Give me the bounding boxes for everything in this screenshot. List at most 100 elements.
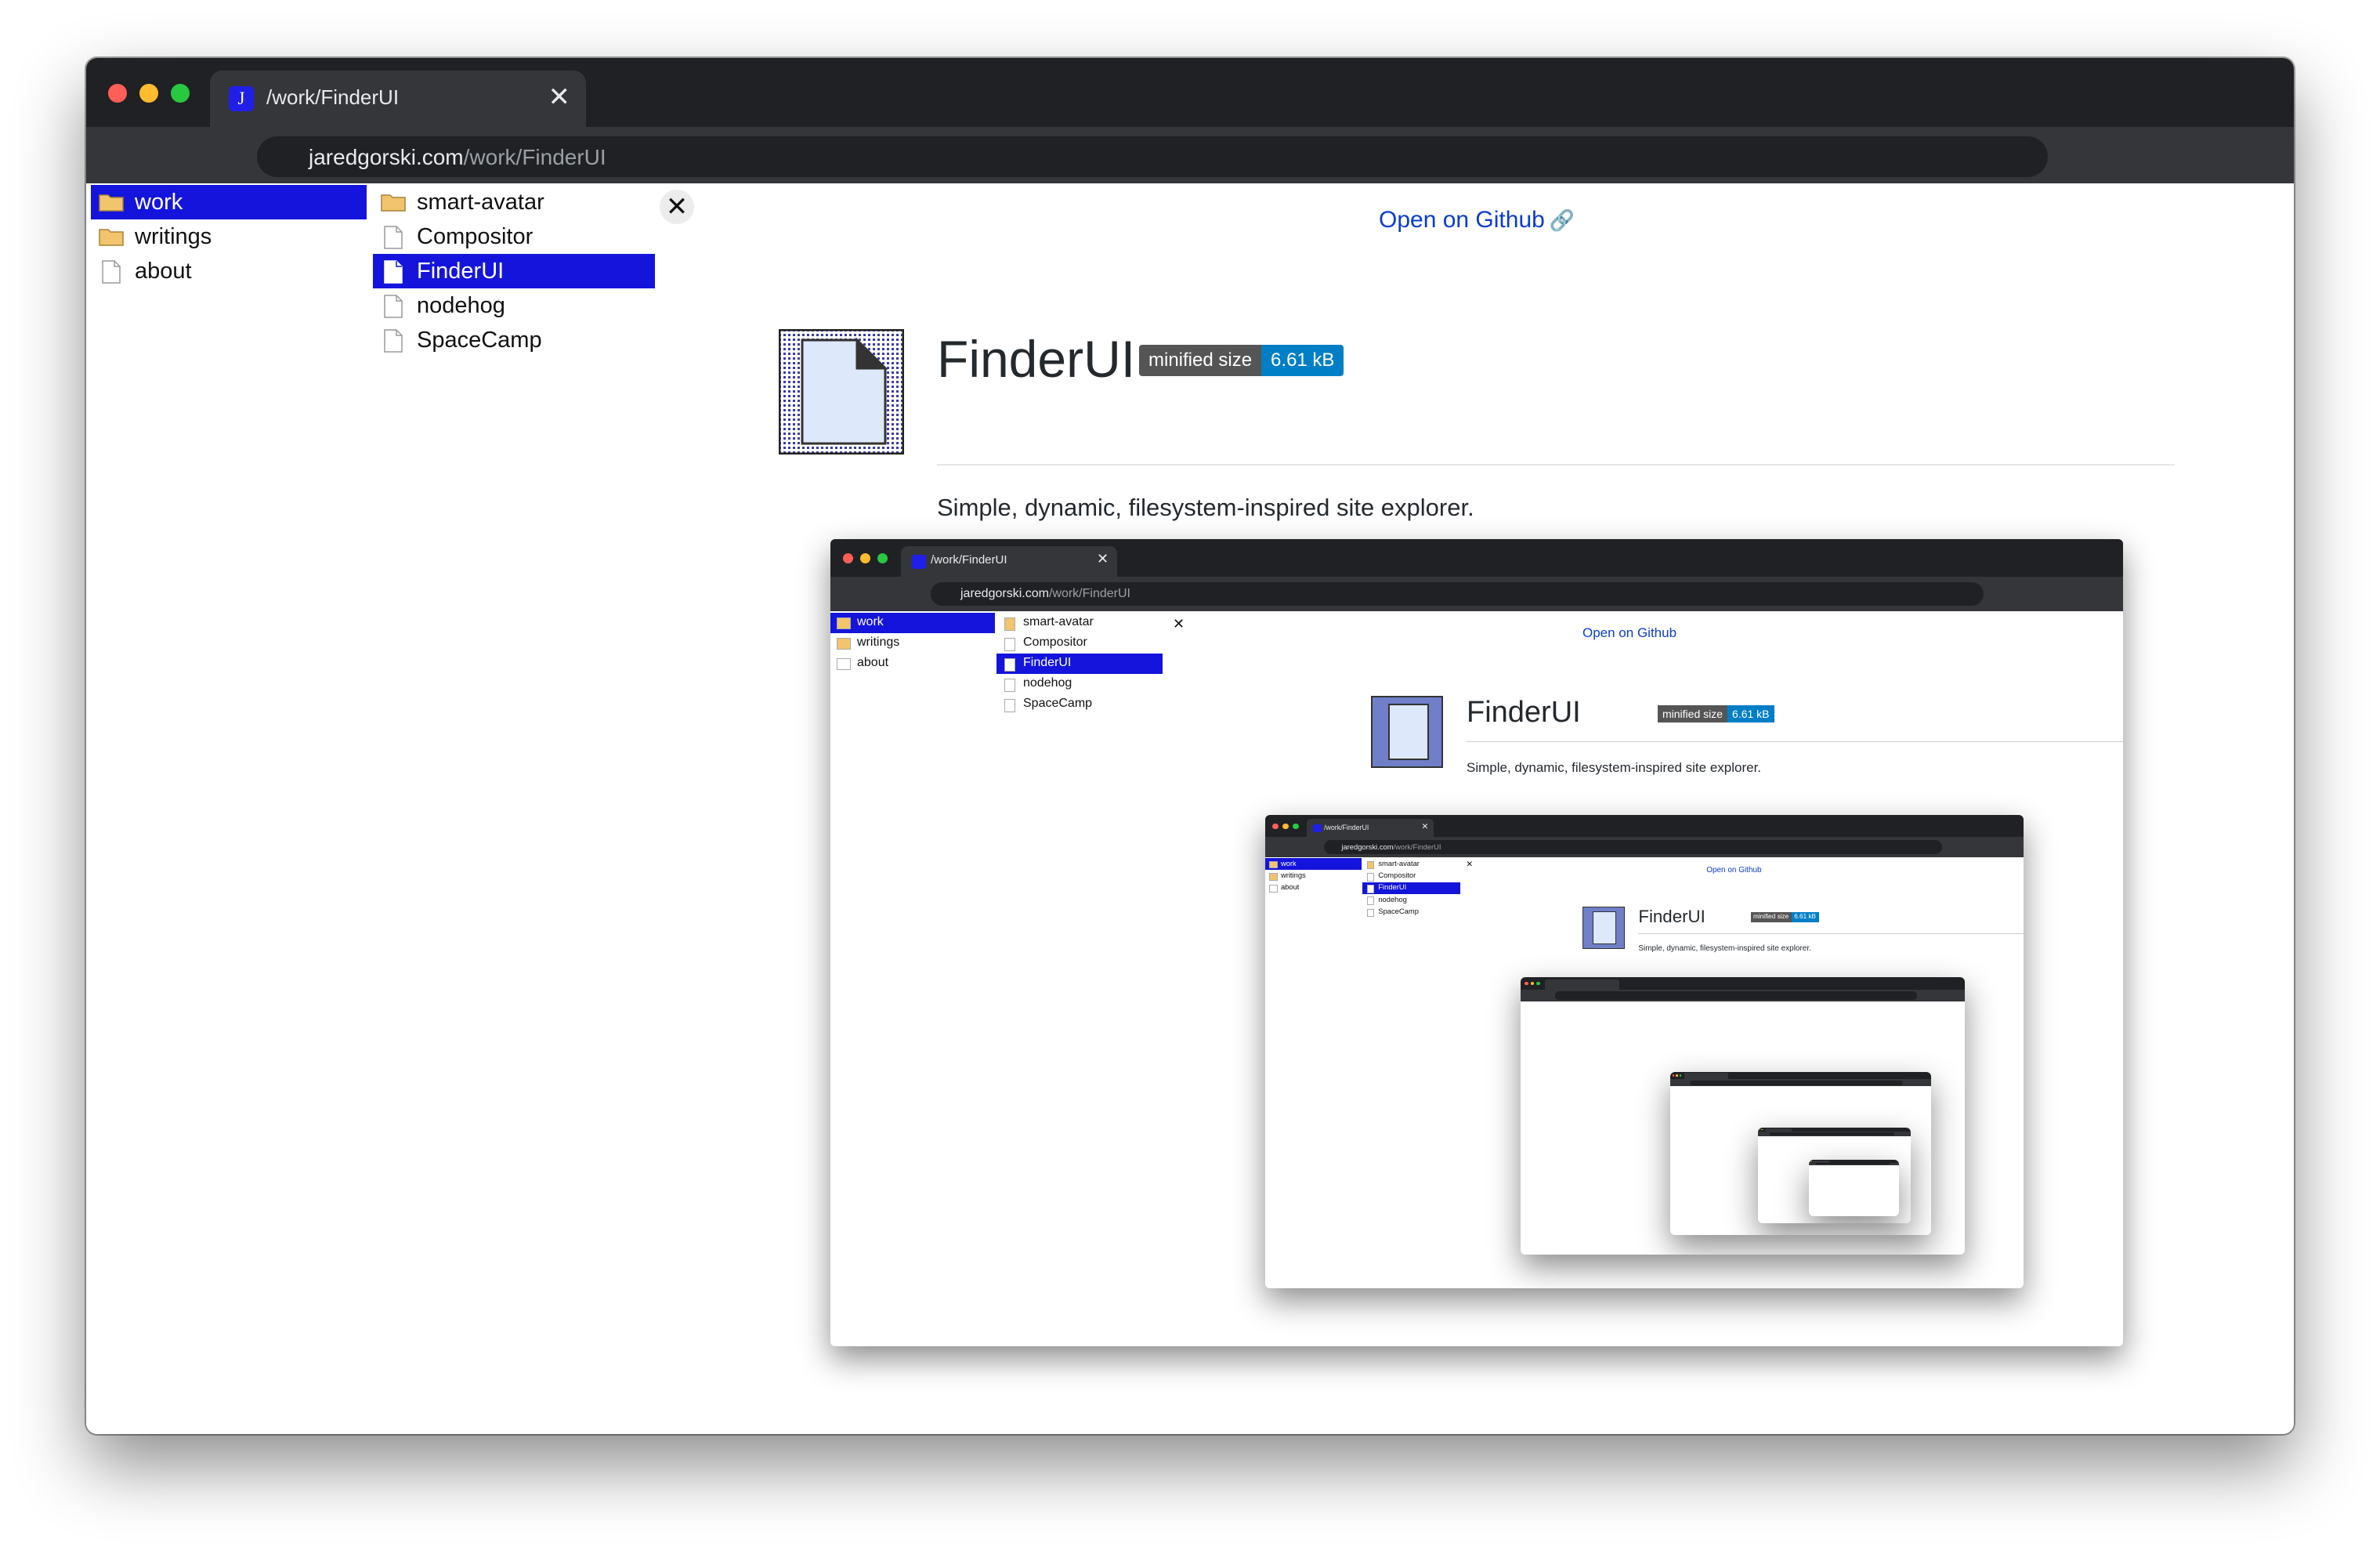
nested-folder-icon (1367, 860, 1375, 870)
nested-finder-item: smart-avatar (1023, 615, 1094, 628)
finder-item-label: about (135, 259, 192, 284)
finder-item-about[interactable]: about (91, 254, 367, 288)
close-finder-button[interactable]: ✕ (660, 190, 694, 224)
nested-folder-icon (1004, 617, 1015, 631)
nested-folder-icon (1268, 860, 1279, 869)
nested-file-icon (1367, 872, 1375, 882)
nested-finder-item: about (857, 656, 889, 669)
tab-title: /work/FinderUI (266, 85, 400, 109)
finder-item-compositor[interactable]: Compositor (373, 219, 655, 254)
nested-finder-item: SpaceCamp (1023, 697, 1093, 710)
finder-item-label: writings (135, 224, 212, 249)
nested-omnibox (1690, 1080, 1903, 1085)
page-content: work writings about smart-avatar Compositor… (86, 183, 2294, 1434)
nested-browser-screenshot (1757, 1127, 1912, 1223)
finder-item-nodehog[interactable]: nodehog (373, 288, 655, 323)
folder-icon (381, 194, 406, 212)
nested-selection (830, 613, 995, 633)
nested-folder-icon (1268, 872, 1279, 881)
nested-tab: /work/FinderUI ✕ (1306, 819, 1434, 838)
file-icon (102, 260, 121, 284)
nested-close-finder-icon: ✕ (1173, 616, 1185, 632)
nested-page-title: FinderUI (1638, 907, 1705, 927)
nested-url-path: /work/FinderUI (1048, 587, 1130, 600)
address-bar-area: jaredgorski.com/work/FinderUI (86, 127, 2294, 183)
tab-close-icon[interactable]: ✕ (548, 80, 571, 114)
link-chain-icon: 🔗 (1549, 208, 1575, 232)
nested-tab (1544, 979, 1619, 990)
finder-item-label: FinderUI (417, 259, 505, 284)
finder-item-label: SpaceCamp (417, 328, 542, 353)
github-link[interactable]: Open on Github 🔗 (1379, 207, 1575, 234)
nested-badge-label: minified size (1750, 912, 1792, 923)
nested-close-finder-icon: ✕ (1466, 860, 1474, 870)
minimize-window-button[interactable] (139, 84, 158, 103)
nested-window-control (877, 553, 888, 563)
nested-finder-item: work (1280, 859, 1297, 867)
folder-icon (99, 229, 124, 246)
nested-tab-close-icon: ✕ (1097, 551, 1109, 567)
nested-window-control (860, 553, 870, 563)
size-badge[interactable]: minified size 6.61 kB (1139, 345, 1344, 376)
nested-selection (1265, 858, 1362, 871)
nested-title-divider (1467, 741, 2123, 742)
github-link-text: Open on Github (1379, 207, 1545, 233)
nested-badge-label: minified size (1658, 705, 1728, 722)
nested-url-path: /work/FinderUI (1393, 842, 1441, 851)
nested-omnibox (1554, 991, 1918, 1000)
page-title: FinderUI (937, 330, 1136, 388)
nested-selection (1362, 882, 1460, 894)
maximize-window-button[interactable] (171, 84, 190, 103)
nested-window-control (1525, 981, 1528, 986)
nested-folder-icon (837, 638, 851, 650)
finder-item-finderui[interactable]: FinderUI (373, 254, 655, 288)
close-window-button[interactable] (108, 84, 127, 103)
nested-finder-item: writings (857, 636, 900, 649)
nested-file-icon (837, 658, 851, 670)
finder-item-label: nodehog (417, 293, 505, 318)
nested-finder-item: SpaceCamp (1378, 907, 1419, 915)
finder-item-label: smart-avatar (417, 190, 544, 215)
nested-omnibox: jaredgorski.com/work/FinderUI (931, 582, 1984, 606)
nested-window-control (1811, 1161, 1812, 1162)
nested-browser-screenshot (1809, 1160, 1900, 1216)
nested-browser-screenshot: /work/FinderUI ✕ jaredgorski.com/work/Find… (1265, 815, 2024, 1289)
nested-file-icon (1004, 679, 1015, 692)
badge-label: minified size (1139, 345, 1262, 376)
nested-title-divider (1638, 933, 2024, 934)
nested-finder-item: work (857, 615, 884, 628)
title-divider (937, 464, 2175, 465)
nested-selection (996, 654, 1163, 674)
address-bar[interactable]: jaredgorski.com/work/FinderUI (257, 136, 2048, 177)
tab-bar: J /work/FinderUI ✕ (86, 58, 2294, 127)
nested-finder-item: FinderUI (1378, 883, 1407, 892)
nested-folder-icon (837, 617, 851, 629)
finder-column-work: smart-avatar Compositor FinderUI nodehog Spa… (373, 185, 655, 357)
nested-tab-close-icon: ✕ (1421, 821, 1429, 831)
finder-item-writings[interactable]: writings (91, 219, 367, 254)
file-icon (384, 295, 403, 318)
file-icon (384, 329, 403, 353)
nested-finder-item: smart-avatar (1378, 859, 1420, 867)
nested-tab-title: /work/FinderUI (1324, 823, 1369, 831)
finder-item-label: work (135, 190, 183, 215)
badge-value: 6.61 kB (1261, 345, 1344, 376)
finder-item-work[interactable]: work (91, 185, 367, 219)
nested-finder-item: about (1280, 883, 1300, 892)
nested-window-control (1812, 1161, 1814, 1162)
nested-tab-title: /work/FinderUI (931, 553, 1007, 567)
url-text[interactable]: jaredgorski.com/work/FinderUI (309, 145, 606, 170)
nested-finder-item: Compositor (1023, 636, 1087, 649)
finder-column-root: work writings about (91, 185, 367, 288)
finder-item-spacecamp[interactable]: SpaceCamp (373, 323, 655, 357)
project-description: Simple, dynamic, filesystem-inspired sit… (937, 494, 1474, 521)
browser-tab[interactable]: J /work/FinderUI ✕ (210, 71, 586, 127)
nested-favicon-icon (1313, 824, 1322, 833)
nested-window-control (1282, 823, 1289, 830)
finder-item-smart-avatar[interactable]: smart-avatar (373, 185, 655, 219)
nested-document-page (1388, 704, 1429, 760)
nested-favicon-icon (912, 555, 926, 569)
nested-window-control (1676, 1074, 1678, 1077)
nested-badge-value: 6.61 kB (1727, 705, 1774, 722)
nested-file-icon (1367, 885, 1375, 893)
